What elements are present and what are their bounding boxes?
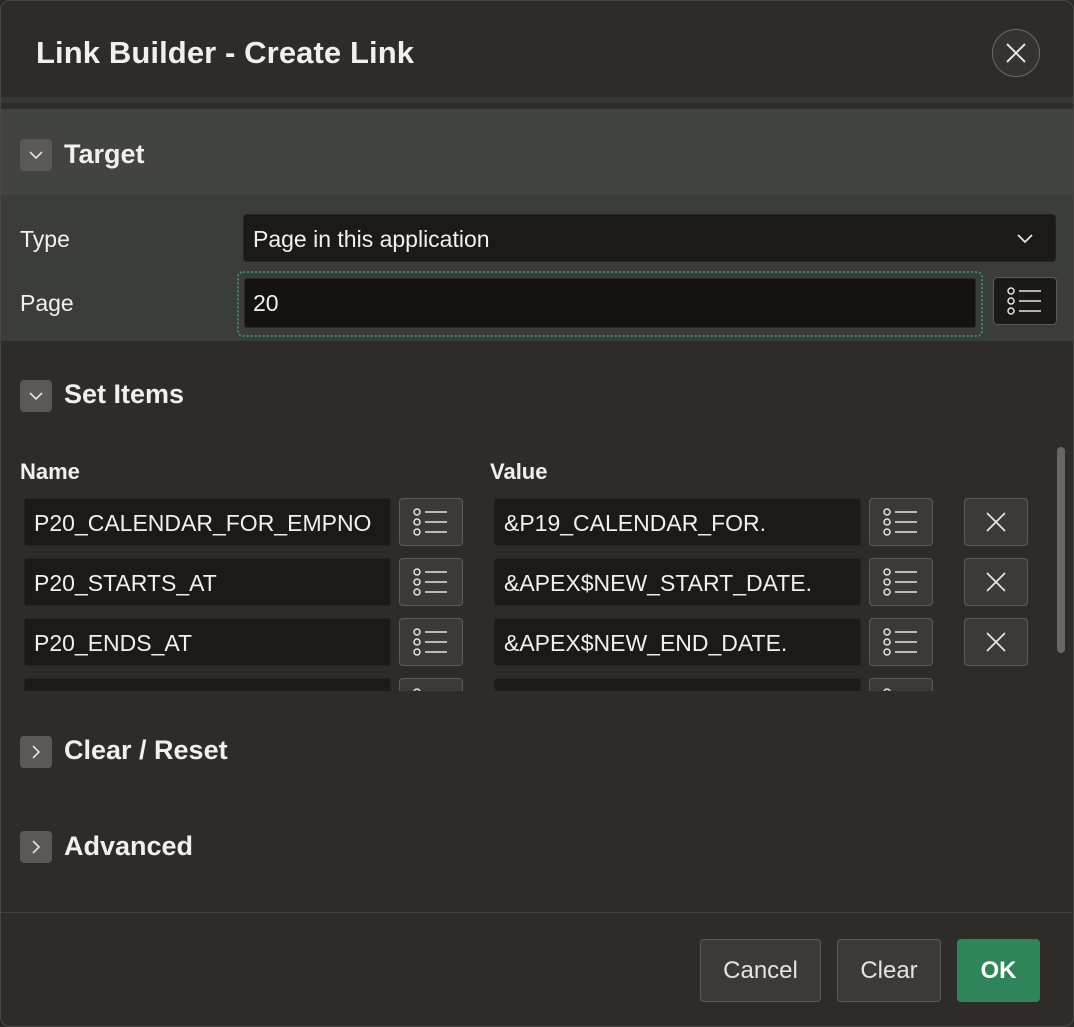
chevron-down-icon — [29, 392, 43, 401]
list-icon — [1007, 287, 1041, 315]
item-value-list-button[interactable] — [869, 498, 933, 546]
page-label: Page — [20, 290, 74, 316]
ok-button[interactable]: OK — [957, 939, 1040, 1002]
target-region: Target Type Page in this application Pag… — [1, 109, 1073, 341]
list-icon — [883, 568, 917, 596]
value-column-header: Value — [490, 459, 548, 484]
item-name-list-button[interactable] — [399, 558, 463, 606]
list-icon — [413, 508, 447, 536]
dialog-footer: Cancel Clear OK — [1, 912, 1073, 1026]
target-section-title: Target — [64, 139, 145, 169]
list-icon — [413, 628, 447, 656]
item-name-field[interactable] — [24, 678, 391, 691]
target-region-header — [1, 109, 1073, 195]
item-value-list-button[interactable] — [869, 678, 933, 691]
remove-item-button[interactable] — [964, 498, 1028, 546]
list-icon — [883, 508, 917, 536]
name-column-header: Name — [20, 459, 80, 484]
list-icon — [413, 568, 447, 596]
set-item-row: P20_STARTS_AT &APEX$NEW_START_DATE. — [1, 551, 1073, 611]
item-value-field[interactable] — [494, 678, 861, 691]
chevron-right-icon — [32, 840, 41, 854]
chevron-down-icon — [29, 151, 43, 160]
close-icon — [986, 572, 1006, 592]
close-button[interactable] — [992, 29, 1040, 77]
set-items-list: P20_CALENDAR_FOR_EMPNO &P19_CALENDAR_FOR… — [1, 491, 1073, 691]
item-value-field[interactable]: &APEX$NEW_START_DATE. — [494, 558, 861, 606]
cancel-button[interactable]: Cancel — [700, 939, 821, 1002]
list-icon — [883, 628, 917, 656]
set-items-section-title: Set Items — [64, 379, 185, 409]
close-icon — [986, 512, 1006, 532]
list-icon — [883, 688, 891, 691]
item-name-field[interactable]: P20_ENDS_AT — [24, 618, 391, 666]
item-name-field[interactable]: P20_CALENDAR_FOR_EMPNO — [24, 498, 391, 546]
clear-button[interactable]: Clear — [837, 939, 941, 1002]
item-name-list-button[interactable] — [399, 618, 463, 666]
remove-item-button[interactable] — [964, 558, 1028, 606]
type-label: Type — [20, 226, 70, 252]
advanced-section-title[interactable]: Advanced — [64, 831, 193, 862]
target-collapse-toggle[interactable] — [20, 139, 52, 171]
close-icon — [1006, 43, 1026, 63]
item-name-list-button[interactable] — [399, 498, 463, 546]
item-value-field[interactable]: &P19_CALENDAR_FOR. — [494, 498, 861, 546]
clear-reset-section-title[interactable]: Clear / Reset — [64, 735, 228, 766]
set-item-row: P20_ENDS_AT &APEX$NEW_END_DATE. — [1, 611, 1073, 671]
close-icon — [986, 632, 1006, 652]
page-list-button[interactable] — [993, 277, 1057, 325]
clear-reset-expand-toggle[interactable] — [20, 736, 52, 768]
item-name-list-button[interactable] — [399, 678, 463, 691]
type-select-value: Page in this application — [253, 226, 490, 252]
list-icon — [413, 688, 421, 691]
dialog-header: Link Builder - Create Link — [1, 1, 1073, 103]
link-builder-dialog: Link Builder - Create Link Target Type P… — [0, 0, 1074, 1027]
set-item-row — [1, 671, 1073, 691]
item-name-field[interactable]: P20_STARTS_AT — [24, 558, 391, 606]
chevron-right-icon — [32, 745, 41, 759]
type-select[interactable]: Page in this application — [243, 214, 1056, 262]
header-divider — [1, 97, 1073, 103]
page-field-focus-ring — [237, 271, 983, 337]
set-items-collapse-toggle[interactable] — [20, 380, 52, 412]
set-item-row: P20_CALENDAR_FOR_EMPNO &P19_CALENDAR_FOR… — [1, 491, 1073, 551]
advanced-expand-toggle[interactable] — [20, 831, 52, 863]
item-value-list-button[interactable] — [869, 618, 933, 666]
item-value-list-button[interactable] — [869, 558, 933, 606]
item-value-field[interactable]: &APEX$NEW_END_DATE. — [494, 618, 861, 666]
remove-item-button[interactable] — [964, 618, 1028, 666]
page-input[interactable] — [244, 278, 976, 328]
dialog-title: Link Builder - Create Link — [36, 35, 415, 70]
set-items-scrollbar[interactable] — [1057, 447, 1065, 653]
chevron-down-icon — [1017, 234, 1033, 244]
